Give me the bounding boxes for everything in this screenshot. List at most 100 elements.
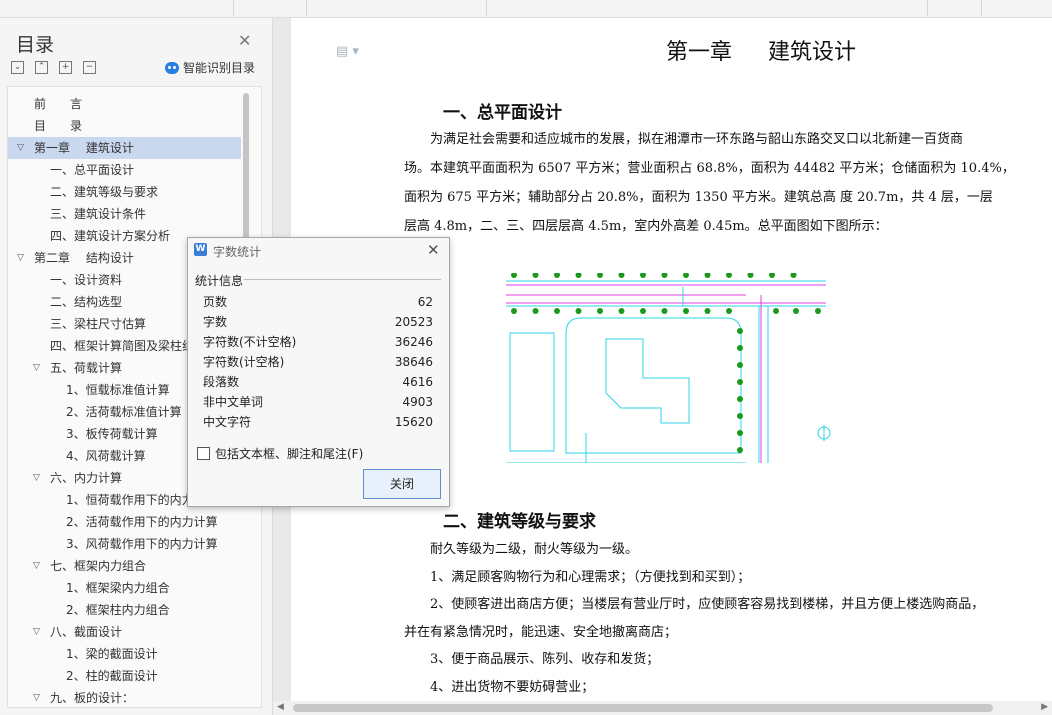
stat-label: 非中文单词	[203, 395, 264, 409]
text-line: 2、使顾客进出商店方便；当楼层有营业厅时，应使顾客容易找到楼梯，并且方便上楼选购…	[430, 597, 985, 612]
toolbar-divider	[233, 0, 234, 16]
top-toolbar	[0, 0, 1052, 18]
toc-item[interactable]: 2、柱的截面设计	[8, 665, 241, 687]
toc-item[interactable]: ▽ 八、截面设计	[8, 621, 241, 643]
toc-item[interactable]: 三、建筑设计条件	[8, 203, 241, 225]
remove-heading-icon[interactable]: −	[83, 61, 96, 74]
text-line: 层高 4.8m，二、三、四层层高 4.5m，室内外高差 0.45m。总平面图如下…	[404, 219, 888, 234]
toc-item-label: 四、建筑设计方案分析	[50, 229, 171, 243]
tree-symbol	[737, 379, 743, 385]
site-plan-figure	[506, 273, 831, 463]
toc-item-label: 第二章 结构设计	[34, 251, 134, 265]
toc-item-label: 2、活荷载作用下的内力计算	[66, 515, 218, 529]
tree-symbol	[815, 308, 821, 314]
text-line: 场。本建筑平面面积为 6507 平方米；营业面积占 68.8%，面积为 4448…	[404, 161, 1015, 176]
chevron-down-icon[interactable]: ▽	[33, 357, 40, 379]
toc-item-label: 三、建筑设计条件	[50, 207, 147, 221]
stat-row: 字符数(不计空格) 36246	[203, 332, 433, 352]
toc-item-label: 六、内力计算	[50, 471, 123, 485]
dialog-title: 字数统计	[213, 245, 262, 259]
toc-item[interactable]: 前 言	[8, 93, 241, 115]
chapter-title: 第一章 建筑设计	[666, 40, 856, 65]
toc-item-label: 3、板传荷载计算	[66, 427, 158, 441]
toc-item-label: 一、设计资料	[50, 273, 123, 287]
smart-toc-button[interactable]: 智能识别目录	[165, 59, 255, 76]
toc-item-label: 三、梁柱尺寸估算	[50, 317, 147, 331]
toc-item[interactable]: ▽ 九、板的设计：	[8, 687, 241, 707]
tree-symbol	[597, 273, 603, 278]
checkbox-label: 包括文本框、脚注和尾注(F)	[215, 447, 364, 461]
collapse-all-icon[interactable]: ⌃	[35, 61, 48, 74]
scroll-right-icon[interactable]: ▶	[1041, 702, 1048, 712]
stat-row: 中文字符 15620	[203, 412, 433, 432]
toc-item-label: 九、板的设计：	[50, 691, 135, 705]
toc-item-label: 八、截面设计	[50, 625, 123, 639]
tree-symbol	[640, 308, 646, 314]
tree-symbol	[511, 273, 517, 278]
checkbox-icon[interactable]	[197, 447, 210, 460]
toc-item[interactable]: 目 录	[8, 115, 241, 137]
text-line: 耐久等级为二级，耐火等级为一级。	[430, 542, 639, 557]
stat-label: 字符数(计空格)	[203, 355, 285, 369]
toc-item[interactable]: 1、框架梁内力组合	[8, 577, 241, 599]
text-line: 1、满足顾客购物行为和心理需求；（方便找到和买到）；	[430, 569, 751, 585]
chevron-down-icon[interactable]: ▽	[17, 137, 24, 159]
toc-item[interactable]: 2、框架柱内力组合	[8, 599, 241, 621]
toc-item-label: 2、活荷载标准值计算	[66, 405, 182, 419]
toc-item[interactable]: 1、梁的截面设计	[8, 643, 241, 665]
close-icon[interactable]: ✕	[238, 31, 251, 50]
chevron-down-icon[interactable]: ▽	[33, 687, 40, 707]
scrollbar-thumb[interactable]	[293, 704, 993, 712]
horizontal-scrollbar[interactable]: ◀ ▶	[273, 701, 1052, 715]
close-button[interactable]: 关闭	[363, 469, 441, 499]
toc-item[interactable]: 一、总平面设计	[8, 159, 241, 181]
chevron-down-icon[interactable]: ▽	[33, 621, 40, 643]
toc-item-label: 二、结构选型	[50, 295, 123, 309]
toc-item-label: 二、建筑等级与要求	[50, 185, 159, 199]
stat-value: 4903	[402, 395, 433, 409]
tree-symbol	[618, 273, 625, 278]
add-heading-icon[interactable]: +	[59, 61, 72, 74]
toc-item[interactable]: 二、建筑等级与要求	[8, 181, 241, 203]
tree-symbol	[726, 308, 732, 314]
toc-item-label: 第一章 建筑设计	[34, 141, 134, 155]
tree-symbol	[661, 308, 668, 314]
chevron-down-icon[interactable]: ▽	[33, 555, 40, 577]
dialog-titlebar[interactable]: W 字数统计 ✕	[188, 238, 449, 263]
close-icon[interactable]: ✕	[427, 241, 440, 259]
include-textboxes-checkbox[interactable]: 包括文本框、脚注和尾注(F)	[197, 445, 363, 462]
tree-symbol	[575, 308, 582, 314]
toc-item-label: 目 录	[34, 119, 83, 133]
stat-label: 页数	[203, 295, 228, 309]
text-line: 为满足社会需要和适应城市的发展，拟在湘潭市一环东路与韶山东路交叉口以北新建一百货…	[430, 132, 964, 147]
toc-item[interactable]: ▽ 第一章 建筑设计	[8, 137, 241, 159]
divider	[244, 279, 441, 280]
tree-symbol	[737, 328, 743, 334]
stats-section-label: 统计信息	[195, 274, 244, 288]
stat-row: 页数 62	[203, 292, 433, 312]
text-line: 并在有紧急情况时，能迅速、安全地撤离商店；	[404, 624, 678, 640]
toc-item-label: 1、恒荷载作用下的内力计	[66, 493, 206, 507]
toc-item[interactable]: 3、风荷载作用下的内力计算	[8, 533, 241, 555]
toc-item[interactable]: 2、活荷载作用下的内力计算	[8, 511, 241, 533]
chevron-down-icon[interactable]: ▽	[33, 467, 40, 489]
toolbar-divider	[981, 0, 982, 16]
stat-label: 字数	[203, 315, 228, 329]
chevron-down-icon[interactable]: ▽	[17, 247, 24, 269]
tree-symbol	[554, 308, 560, 314]
word-count-dialog: W 字数统计 ✕ 统计信息 页数 62 字数 20523 字符数(不计空格) 36246 字…	[187, 237, 450, 507]
text-line: 4、进出货物不要妨碍营业；	[430, 679, 595, 695]
stat-row: 段落数 4616	[203, 372, 433, 392]
tree-symbol	[554, 273, 560, 278]
tree-symbol	[737, 396, 743, 402]
scroll-left-icon[interactable]: ◀	[277, 702, 284, 712]
stat-row: 字数 20523	[203, 312, 433, 332]
toc-item[interactable]: ▽ 七、框架内力组合	[8, 555, 241, 577]
expand-all-icon[interactable]: ⌄	[11, 61, 24, 74]
toc-item-label: 2、框架柱内力组合	[66, 603, 170, 617]
tree-symbol	[737, 362, 743, 368]
tree-symbol	[683, 308, 689, 314]
stat-row: 非中文单词 4903	[203, 392, 433, 412]
tree-symbol	[773, 308, 779, 314]
stat-value: 36246	[394, 335, 433, 349]
